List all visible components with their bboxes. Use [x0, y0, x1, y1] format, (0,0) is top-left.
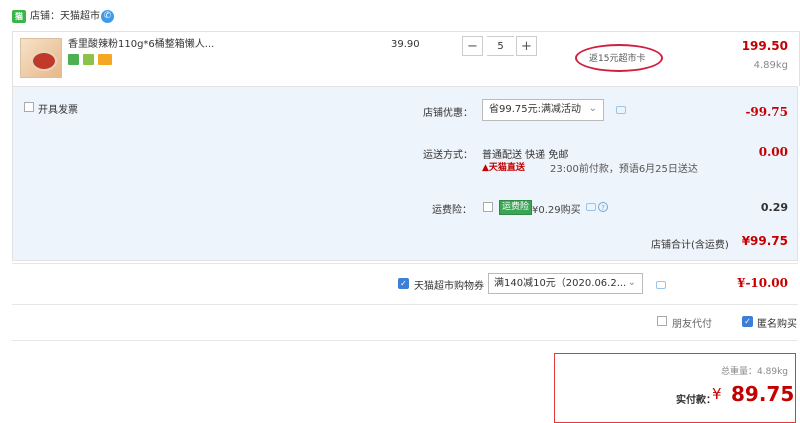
guarantee-tag-icon — [83, 54, 94, 65]
invoice-checkbox[interactable] — [24, 102, 34, 112]
insurance-price: ¥0.29购买 — [532, 205, 581, 216]
divider — [12, 263, 798, 264]
rebate-text: 返15元超市卡 — [589, 54, 646, 64]
mall-coupon-label[interactable]: 天猫超市购物券 — [414, 277, 484, 292]
shipping-amount: 0.00 — [758, 145, 788, 159]
insurance-checkbox[interactable] — [483, 202, 493, 212]
item-weight: 4.89kg — [753, 60, 788, 71]
unit-price: 39.90 — [391, 39, 420, 50]
mall-coupon-amount: ¥-10.00 — [737, 276, 788, 290]
mall-coupon-value: 满140减10元（2020.06.2... — [494, 278, 627, 289]
card-tag-icon — [98, 54, 112, 65]
store-name[interactable]: 店铺：天猫超市 — [30, 10, 100, 24]
message-icon[interactable] — [616, 106, 626, 114]
total-weight: 总重量：4.89kg — [721, 367, 788, 377]
pay-label: 实付款： — [676, 395, 716, 406]
mall-coupon-checkbox[interactable]: ✓ — [398, 278, 409, 289]
service-tag-icon — [68, 54, 79, 65]
message-icon[interactable] — [656, 281, 666, 289]
delivery-time: 23:00前付款，预语6月25日送达 — [550, 164, 698, 175]
quantity-increase-button[interactable]: + — [516, 36, 537, 56]
insurance-label: 运费险： — [432, 205, 472, 216]
store-total: ¥99.75 — [741, 234, 788, 248]
product-title[interactable]: 香里酸辣粉110g*6桶整箱懒人... — [68, 38, 214, 51]
shipping-label: 运送方式： — [423, 150, 473, 161]
tmall-store-icon: 猫 — [12, 10, 26, 23]
divider — [12, 340, 798, 341]
insurance-amount: 0.29 — [760, 201, 788, 214]
store-discount-value: 省99.75元:满减活动 — [489, 104, 581, 115]
chevron-down-icon: ⌄ — [627, 277, 636, 288]
product-thumbnail[interactable] — [20, 38, 62, 78]
anonymous-checkbox[interactable]: ✓ — [742, 316, 753, 327]
store-discount-amount: -99.75 — [745, 105, 788, 119]
item-subtotal: 199.50 — [741, 39, 788, 53]
friend-pay-checkbox[interactable] — [657, 316, 667, 326]
tmall-direct-logo: ▲天猫直送 — [482, 163, 525, 173]
quantity-decrease-button[interactable]: − — [462, 36, 483, 56]
anonymous-label[interactable]: 匿名购买 — [757, 315, 797, 330]
friend-pay-label[interactable]: 朋友代付 — [672, 315, 712, 330]
insurance-badge: 运费险 — [499, 200, 533, 215]
divider — [12, 304, 798, 305]
pay-currency: ¥ — [712, 385, 722, 403]
mall-coupon-select[interactable]: 满140减10元（2020.06.2... ⌄ — [488, 273, 643, 294]
help-icon[interactable]: ? — [598, 202, 608, 212]
wangwang-chat-icon[interactable]: ✆ — [101, 10, 114, 23]
invoice-label[interactable]: 开具发票 — [38, 101, 78, 116]
store-discount-select[interactable]: 省99.75元:满减活动 ⌄ — [482, 99, 604, 121]
shipping-method: 普通配送 快递 免邮 — [482, 150, 569, 161]
chevron-down-icon: ⌄ — [588, 103, 597, 114]
message-icon[interactable] — [586, 203, 596, 211]
quantity-input[interactable]: 5 — [487, 36, 514, 56]
store-total-label: 店铺合计(含运费) — [651, 240, 729, 251]
pay-amount: 89.75 — [731, 382, 795, 406]
store-discount-label: 店铺优惠： — [423, 108, 473, 119]
